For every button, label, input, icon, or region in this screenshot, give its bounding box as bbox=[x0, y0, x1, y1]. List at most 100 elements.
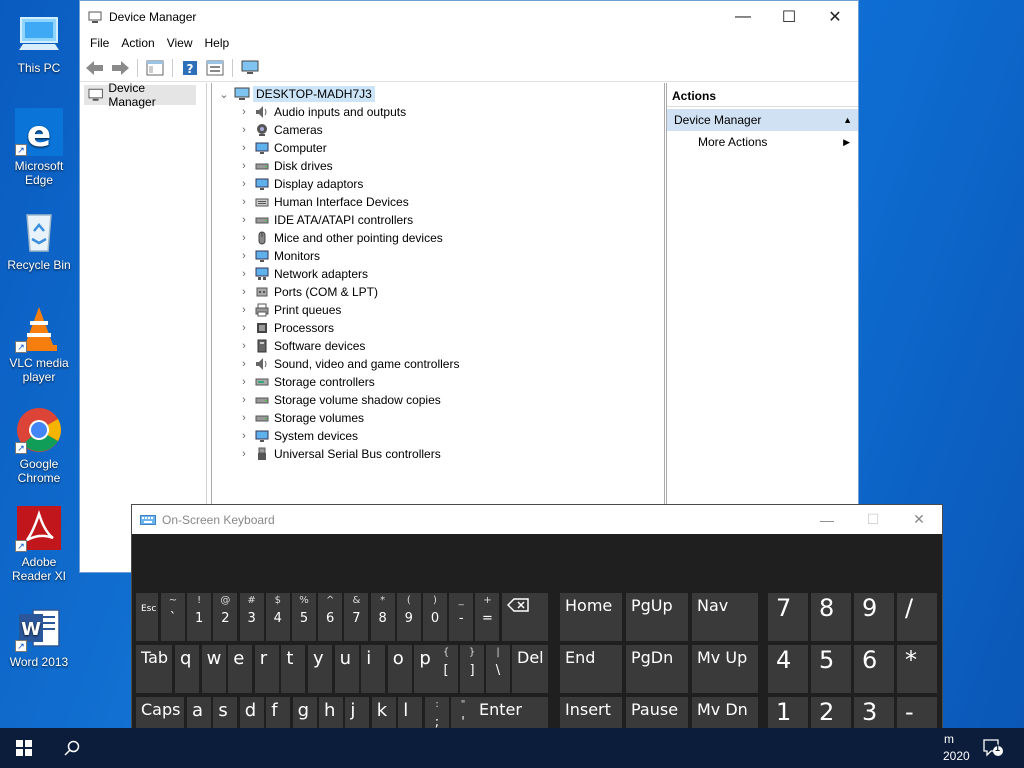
device-category-item[interactable]: › Storage controllers bbox=[236, 373, 459, 391]
menu-view[interactable]: View bbox=[161, 36, 199, 50]
chevron-right-icon[interactable]: › bbox=[236, 430, 252, 442]
device-category-item[interactable]: › Monitors bbox=[236, 247, 459, 265]
numpad-key-*[interactable]: * bbox=[897, 645, 937, 693]
key-u[interactable]: u bbox=[334, 645, 359, 693]
device-category-item[interactable]: › Universal Serial Bus controllers bbox=[236, 445, 459, 463]
chevron-right-icon[interactable]: › bbox=[236, 178, 252, 190]
key-nav[interactable]: Nav bbox=[692, 593, 758, 641]
device-category-item[interactable]: › Network adapters bbox=[236, 265, 459, 283]
numpad-key-6[interactable]: 6 bbox=[854, 645, 894, 693]
console-tree-item-device-manager[interactable]: Device Manager bbox=[84, 81, 196, 109]
key-9[interactable]: (9 bbox=[396, 593, 421, 641]
desktop-icon-vlc[interactable]: ↗ VLC media player bbox=[2, 305, 76, 384]
menu-file[interactable]: File bbox=[84, 36, 115, 50]
key-o[interactable]: o bbox=[387, 645, 412, 693]
key-i[interactable]: i bbox=[361, 645, 386, 693]
forward-button[interactable] bbox=[109, 57, 131, 79]
back-button[interactable] bbox=[84, 57, 106, 79]
key-0[interactable]: ) 0 bbox=[423, 593, 447, 641]
minimize-button[interactable]: — bbox=[720, 1, 766, 32]
key--[interactable]: _ - bbox=[449, 593, 474, 641]
help-button[interactable]: ? bbox=[179, 57, 201, 79]
key-del[interactable]: Del bbox=[512, 645, 548, 693]
osk-minimize-button[interactable]: — bbox=[804, 512, 850, 528]
key-y[interactable]: y bbox=[308, 645, 332, 693]
chevron-right-icon[interactable]: › bbox=[236, 304, 252, 316]
chevron-right-icon[interactable]: › bbox=[236, 124, 252, 136]
properties-button[interactable] bbox=[204, 57, 226, 79]
chevron-right-icon[interactable]: › bbox=[236, 394, 252, 406]
close-button[interactable]: ✕ bbox=[812, 1, 858, 32]
key-pgup[interactable]: PgUp bbox=[626, 593, 688, 641]
key-1[interactable]: ! 1 bbox=[187, 593, 212, 641]
numpad-key-5[interactable]: 5 bbox=[811, 645, 851, 693]
chevron-right-icon[interactable]: › bbox=[236, 448, 252, 460]
key-`[interactable]: ~ ` bbox=[161, 593, 185, 641]
chevron-right-icon[interactable]: › bbox=[236, 160, 252, 172]
device-category-item[interactable]: › Cameras bbox=[236, 121, 459, 139]
key-2[interactable]: @2 bbox=[213, 593, 238, 641]
numpad-key-7[interactable]: 7 bbox=[768, 593, 808, 641]
key-sym[interactable]: {[ bbox=[434, 645, 458, 693]
key-tab[interactable]: Tab bbox=[136, 645, 172, 693]
device-category-item[interactable]: › Software devices bbox=[236, 337, 459, 355]
key-=[interactable]: + = bbox=[475, 593, 500, 641]
key-7[interactable]: & 7 bbox=[344, 593, 369, 641]
device-category-item[interactable]: › Display adaptors bbox=[236, 175, 459, 193]
key-esc[interactable]: Esc bbox=[136, 593, 158, 641]
numpad-key-/[interactable]: / bbox=[897, 593, 937, 641]
chevron-right-icon[interactable]: › bbox=[236, 376, 252, 388]
chevron-right-icon[interactable]: › bbox=[236, 412, 252, 424]
key-w[interactable]: w bbox=[201, 645, 226, 693]
device-category-item[interactable]: › Human Interface Devices bbox=[236, 193, 459, 211]
show-hide-console-tree-button[interactable] bbox=[144, 57, 166, 79]
actions-section-device-manager[interactable]: Device Manager ▲ bbox=[667, 109, 858, 131]
desktop-icon-word[interactable]: W ↗ Word 2013 bbox=[2, 604, 76, 669]
menu-help[interactable]: Help bbox=[199, 36, 236, 50]
device-category-item[interactable]: › Mice and other pointing devices bbox=[236, 229, 459, 247]
device-category-item[interactable]: › Computer bbox=[236, 139, 459, 157]
key-8[interactable]: * 8 bbox=[370, 593, 395, 641]
key-4[interactable]: $4 bbox=[265, 593, 290, 641]
chevron-right-icon[interactable]: › bbox=[236, 214, 252, 226]
key-home[interactable]: Home bbox=[560, 593, 622, 641]
desktop-icon-adobe[interactable]: ↗ Adobe Reader XI bbox=[2, 504, 76, 583]
key-5[interactable]: % 5 bbox=[292, 593, 316, 641]
device-category-item[interactable]: › Storage volume shadow copies bbox=[236, 391, 459, 409]
chevron-right-icon[interactable]: › bbox=[236, 358, 252, 370]
device-category-item[interactable]: › IDE ATA/ATAPI controllers bbox=[236, 211, 459, 229]
key-t[interactable]: t bbox=[281, 645, 306, 693]
menu-action[interactable]: Action bbox=[115, 36, 160, 50]
device-category-item[interactable]: › Sound, video and game controllers bbox=[236, 355, 459, 373]
chevron-right-icon[interactable]: › bbox=[236, 340, 252, 352]
key-e[interactable]: e bbox=[228, 645, 253, 693]
desktop-icon-recycle-bin[interactable]: Recycle Bin bbox=[2, 207, 76, 272]
more-actions-item[interactable]: More Actions ▶ bbox=[667, 131, 858, 153]
key-q[interactable]: q bbox=[175, 645, 199, 693]
key-mvup[interactable]: Mv Up bbox=[692, 645, 758, 693]
title-bar[interactable]: Device Manager — ☐ ✕ bbox=[80, 1, 858, 32]
numpad-key-4[interactable]: 4 bbox=[768, 645, 808, 693]
chevron-right-icon[interactable]: › bbox=[236, 250, 252, 262]
tray-clock-date-partial[interactable]: 2020 bbox=[943, 749, 970, 763]
chevron-right-icon[interactable]: › bbox=[236, 322, 252, 334]
key-end[interactable]: End bbox=[560, 645, 622, 693]
key-sym[interactable]: }] bbox=[460, 645, 484, 693]
chevron-right-icon[interactable]: › bbox=[236, 196, 252, 208]
device-tree-root[interactable]: ⌄ DESKTOP-MADH7J3 bbox=[216, 85, 375, 103]
osk-close-button[interactable]: ✕ bbox=[896, 511, 942, 528]
desktop-icon-this-pc[interactable]: This PC bbox=[2, 10, 76, 75]
desktop-icon-edge[interactable]: e ↗ Microsoft Edge bbox=[2, 108, 76, 187]
device-category-item[interactable]: › Ports (COM & LPT) bbox=[236, 283, 459, 301]
maximize-button[interactable]: ☐ bbox=[766, 1, 812, 32]
device-category-item[interactable]: › Processors bbox=[236, 319, 459, 337]
chevron-right-icon[interactable]: › bbox=[236, 106, 252, 118]
chevron-right-icon[interactable]: › bbox=[236, 286, 252, 298]
desktop-icon-chrome[interactable]: ↗ Google Chrome bbox=[2, 406, 76, 485]
device-category-item[interactable]: › Audio inputs and outputs bbox=[236, 103, 459, 121]
action-center-button[interactable]: 1 bbox=[983, 739, 1003, 757]
key-backspace[interactable] bbox=[502, 593, 548, 641]
key-r[interactable]: r bbox=[254, 645, 279, 693]
search-button[interactable] bbox=[48, 728, 96, 768]
key-3[interactable]: #3 bbox=[239, 593, 264, 641]
